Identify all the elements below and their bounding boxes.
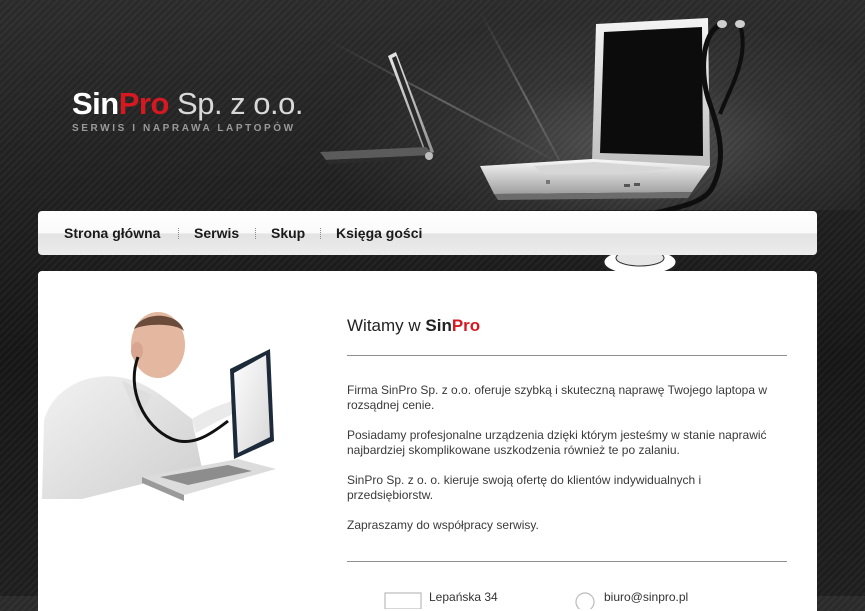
logo-tagline: SERWIS I NAPRAWA LAPTOPÓW	[72, 123, 296, 134]
nav-separator	[320, 228, 322, 239]
divider	[347, 561, 787, 562]
nav-item-guestbook[interactable]: Księga gości	[336, 211, 422, 255]
welcome-heading: Witamy w SinPro	[347, 316, 480, 336]
divider	[347, 355, 787, 356]
site-logo[interactable]: SinPro Sp. z o.o. SERWIS I NAPRAWA LAPTO…	[72, 86, 304, 134]
content-panel: Witamy w SinPro Firma SinPro Sp. z o.o. …	[38, 271, 817, 611]
welcome-heading-prefix: Witamy w	[347, 316, 426, 335]
doctor-repairing-laptop-image	[42, 312, 276, 501]
intro-paragraph: Firma SinPro Sp. z o.o. oferuje szybką i…	[347, 383, 767, 412]
contact-email[interactable]: biuro@sinpro.pl	[604, 590, 688, 604]
nav-separator	[178, 228, 180, 239]
map-pin-icon	[384, 592, 422, 609]
nav-separator	[255, 228, 257, 239]
site-header: SinPro Sp. z o.o. SERWIS I NAPRAWA LAPTO…	[0, 0, 865, 278]
contact-address: Lepańska 34	[429, 590, 498, 604]
logo-name-part2: Pro	[118, 86, 170, 121]
main-navigation: Strona główna Serwis Skup Księga gości	[38, 211, 817, 255]
nav-item-buyback[interactable]: Skup	[271, 211, 305, 255]
small-laptop-image	[320, 52, 434, 164]
logo-wordmark: SinPro Sp. z o.o.	[72, 86, 304, 122]
nav-item-service[interactable]: Serwis	[194, 211, 239, 255]
equipment-paragraph: Posiadamy profesjonalne urządzenia dzięk…	[347, 428, 767, 457]
envelope-icon	[575, 592, 595, 609]
welcome-heading-brand-part2: Pro	[451, 316, 481, 335]
welcome-heading-brand-part1: Sin	[425, 316, 452, 335]
logo-name-part1: Sin	[72, 86, 119, 121]
invitation-paragraph: Zapraszamy do współpracy serwisy.	[347, 518, 539, 532]
clients-paragraph: SinPro Sp. z o. o. kieruje swoją ofertę …	[347, 473, 702, 502]
nav-item-home[interactable]: Strona główna	[64, 211, 160, 255]
logo-name-suffix: Sp. z o.o.	[168, 86, 303, 121]
